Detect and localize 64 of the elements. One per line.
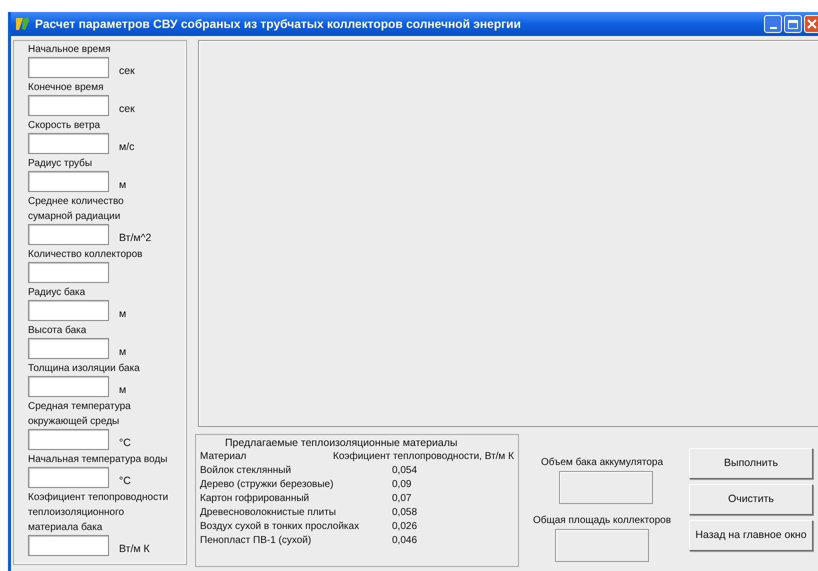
input-field[interactable] [28,171,109,192]
input-field[interactable] [28,300,109,321]
field-label: Высота бака [28,324,88,338]
unit-label: м/с [119,141,134,153]
field-label: Начальная температура воды [28,453,168,467]
input-field[interactable] [28,224,109,245]
unit-label: м [119,384,126,396]
field-label: Коэфициент тепопроводности [28,491,170,505]
action-button[interactable]: Выполнить [689,448,813,479]
field-label: сумарной радиации [28,210,122,224]
field-label: Скорость ветра [28,119,102,133]
action-button[interactable]: Очистить [689,484,813,515]
unit-label: м [119,346,126,358]
table-cell: 0,07 [392,492,412,506]
action-button[interactable]: Назад на главное окно [689,520,813,551]
field-label: Средная температура [28,400,132,414]
field-label: Количество коллекторов [28,248,144,262]
unit-label: сек [119,103,135,115]
input-field[interactable] [28,338,109,359]
window-title: Расчет параметров СВУ собраных из трубчатых коллекторов солнечной энергии [35,16,521,33]
table-cell: 0,026 [392,520,418,534]
input-field[interactable] [28,429,109,450]
maximize-button[interactable] [784,15,802,33]
input-field[interactable] [28,467,109,488]
field-label: Начальное время [28,43,112,57]
field-label: окружающей среды [28,415,120,429]
table-cell-text: Воздух сухой в тонких прослойках [200,520,360,534]
field-label: Толщина изоляции бака [28,362,141,376]
table-cell: 0,046 [392,534,418,548]
close-button[interactable] [804,15,818,33]
app-icon [15,16,31,32]
unit-label: Вт/м К [119,543,150,555]
table-cell-text: Войлок стеклянный [200,464,292,478]
input-field[interactable] [28,376,109,397]
unit-label: Вт/м^2 [119,232,152,244]
field-label: теплоизоляционного [28,506,126,520]
output-label: Общая площадь коллекторов [532,514,672,527]
output-label: Объем бака аккумулятора [540,456,664,469]
unit-label: °С [119,475,131,487]
unit-label: м [119,179,126,191]
unit-label: сек [119,65,135,77]
column-header: Коэфициент теплопроводности, Вт/м К [333,450,514,464]
input-field[interactable] [28,262,109,283]
table-cell: 0,054 [392,464,418,478]
field-label: Среднее количество [28,195,125,209]
table-cell-text: Картон гофрированный [200,492,310,506]
field-label: материала бака [28,521,104,535]
table-title: Предлагаемые теплоизоляционные материалы [224,437,458,450]
minimize-button[interactable] [764,15,782,33]
input-field[interactable] [28,95,109,116]
column-header: Материал [200,450,248,464]
field-label: Конечное время [28,81,104,95]
input-field[interactable] [28,133,109,154]
table-cell: 0,058 [392,506,418,520]
field-label: Радиус трубы [28,157,94,171]
input-field[interactable] [28,535,109,556]
input-field[interactable] [28,57,109,78]
unit-label: м [119,308,126,320]
table-cell-text: Древесноволокнистые плиты [200,506,337,520]
table-cell: 0,09 [392,478,412,492]
field-label: Радиус бака [28,286,86,300]
table-cell-text: Дерево (стружки березовые) [200,478,334,492]
table-cell-text: Пенопласт ПВ-1 (сухой) [200,534,312,548]
unit-label: °С [119,437,131,449]
